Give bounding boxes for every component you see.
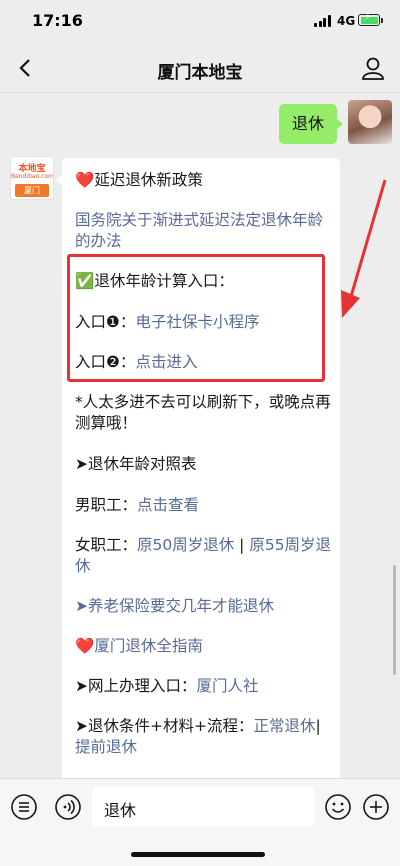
battery-icon: ⚡ [358, 12, 380, 26]
male-link[interactable]: 点击查看 [137, 496, 199, 514]
logo-domain: Bendibao.com [11, 173, 54, 180]
message-input-value: 退休 [104, 801, 137, 820]
pension-link[interactable]: ➤养老保险要交几年才能退休 [75, 596, 333, 617]
conditions-row: ➤退休条件+材料+流程：正常退休| 提前退休 [75, 717, 321, 756]
policy-link[interactable]: 国务院关于渐进式延迟法定退休年龄的办法 [75, 210, 333, 252]
incoming-message: ❤️延迟退休新政策 国务院关于渐进式延迟法定退休年龄的办法 ✅退休年龄计算入口：… [56, 158, 340, 788]
scrollbar[interactable] [393, 565, 396, 675]
status-bar: 17:16 4G ⚡ [0, 0, 400, 44]
menu-icon[interactable] [10, 793, 38, 821]
heart-icon: ❤️ [75, 171, 95, 189]
account-avatar[interactable]: 本地宝 Bendibao.com 厦门 [10, 156, 54, 200]
retry-tip: *人太多进不去可以刷新下，或晚点再测算哦！ [75, 393, 331, 432]
user-avatar[interactable] [348, 100, 392, 144]
online-link[interactable]: 厦门人社 [197, 677, 259, 695]
signal-icon [314, 15, 332, 27]
profile-icon[interactable] [360, 55, 386, 81]
voice-icon[interactable] [54, 793, 82, 821]
highlight-box [67, 254, 325, 382]
table-title: ➤退休年龄对照表 [75, 455, 197, 473]
home-indicator [131, 852, 265, 857]
chat-title: 厦门本地宝 [157, 63, 243, 83]
guide-row: ❤️厦门退休全指南 [75, 636, 333, 657]
message-heading: ❤️延迟退休新政策 [75, 171, 203, 189]
message-input[interactable]: 退休 [92, 787, 314, 827]
logo-city: 厦门 [15, 184, 49, 197]
guide-link[interactable]: 厦门退休全指南 [94, 637, 203, 655]
outgoing-message[interactable]: 退休 [279, 104, 343, 144]
chat-header: 厦门本地宝 [0, 44, 400, 93]
early-retire-link[interactable]: 提前退休 [75, 738, 137, 756]
online-row: ➤网上办理入口：厦门人社 [75, 677, 259, 695]
heart-icon: ❤️ [75, 637, 95, 655]
status-time: 17:16 [32, 11, 83, 30]
normal-retire-link[interactable]: 正常退休 [253, 717, 315, 735]
emoji-icon[interactable] [324, 793, 352, 821]
male-row: 男职工：点击查看 [75, 496, 200, 514]
plus-icon[interactable] [362, 793, 390, 821]
battery-tip [381, 18, 383, 23]
network-type: 4G [337, 14, 356, 28]
female-link-50[interactable]: 原50周岁退休 [137, 536, 234, 554]
female-row: 女职工：原50周岁退休 | 原55周岁退休 [75, 536, 332, 575]
